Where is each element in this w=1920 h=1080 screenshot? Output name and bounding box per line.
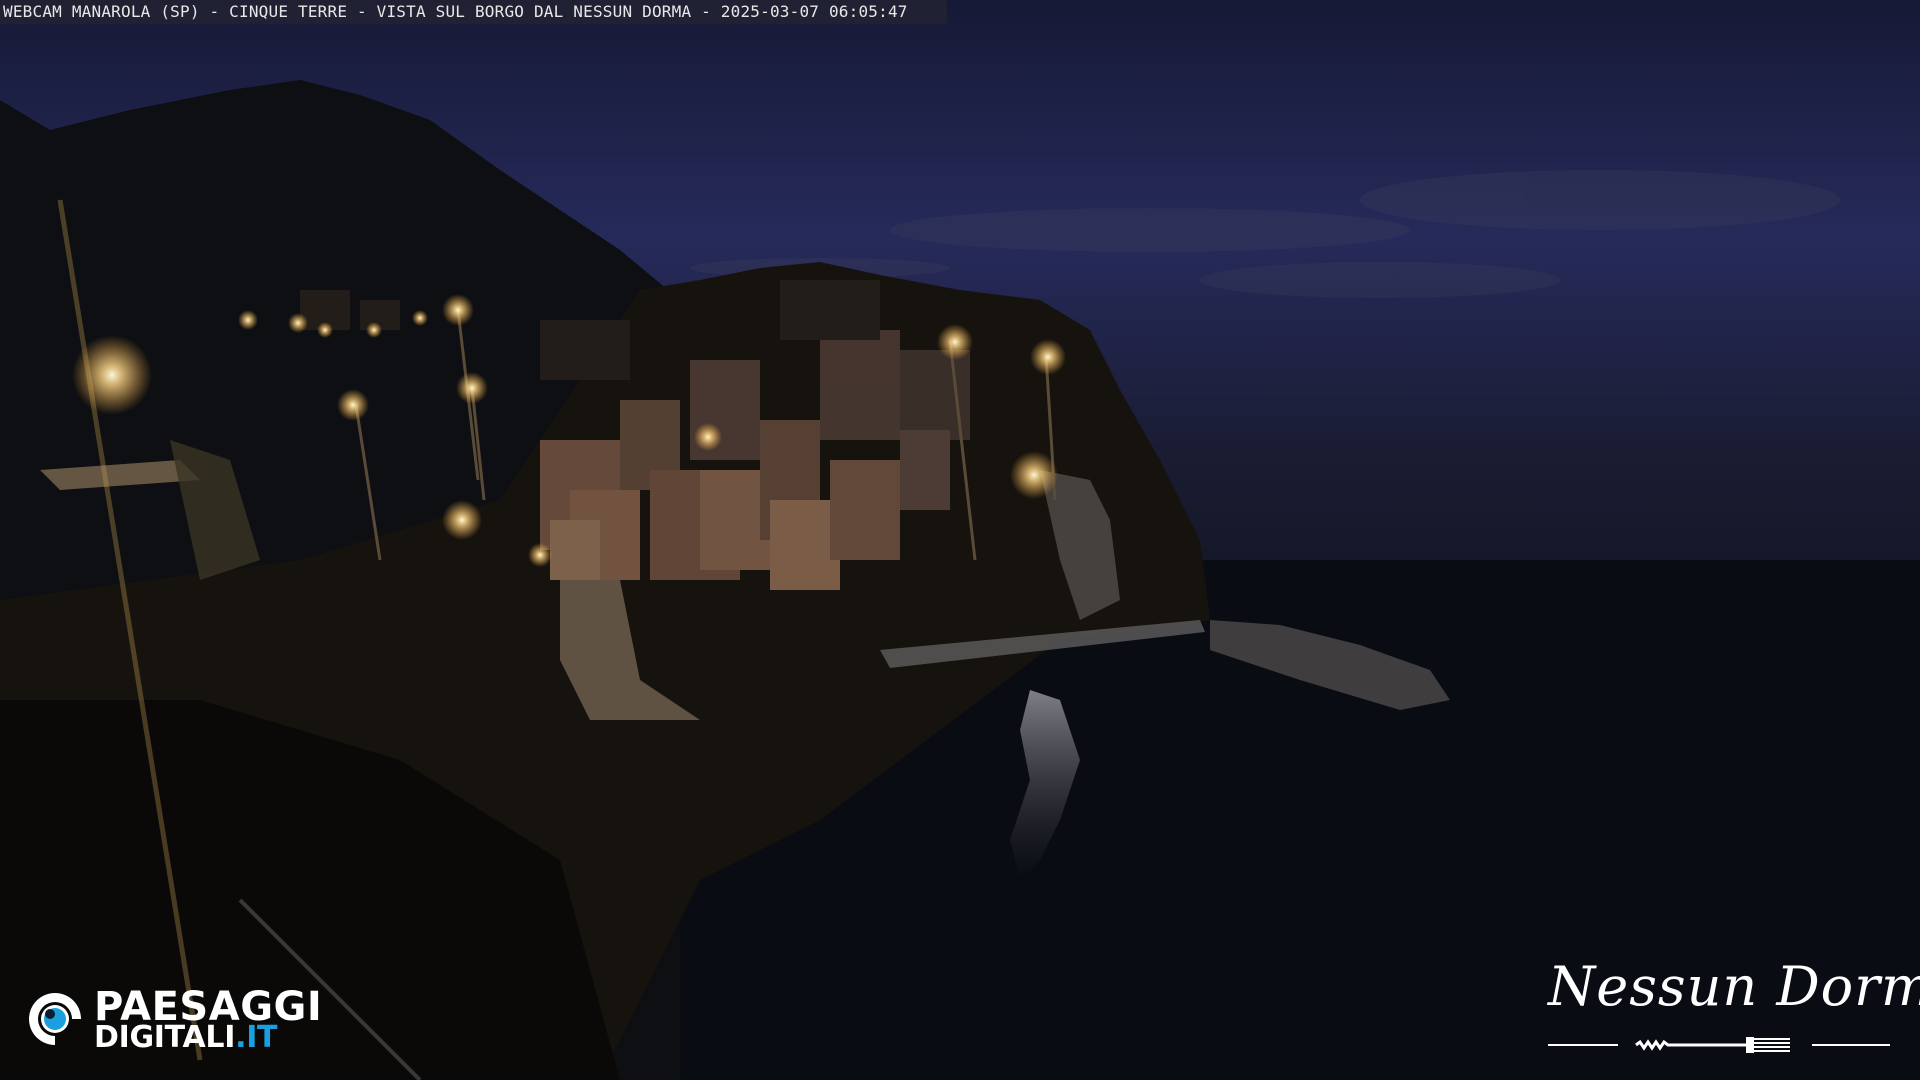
logo-text-digitali: DIGITALI.IT (94, 1020, 278, 1055)
nessun-dorma-text: Nessun Dorma (1548, 955, 1920, 1018)
webcam-frame: WEBCAM MANAROLA (SP) - CINQUE TERRE - VI… (0, 0, 1920, 1080)
paesaggi-digitali-logo: PAESAGGI DIGITALI.IT (26, 984, 336, 1056)
webcam-caption: WEBCAM MANAROLA (SP) - CINQUE TERRE - VI… (0, 0, 947, 24)
logo-text-digitali-main: DIGITALI (94, 1020, 236, 1055)
fork-icon (1548, 1037, 1890, 1053)
logo-text-suffix: .IT (235, 1020, 278, 1055)
eye-icon (29, 993, 81, 1045)
webcam-scene (0, 0, 1920, 1080)
nessun-dorma-logo: Nessun Dorma (1540, 955, 1920, 1065)
